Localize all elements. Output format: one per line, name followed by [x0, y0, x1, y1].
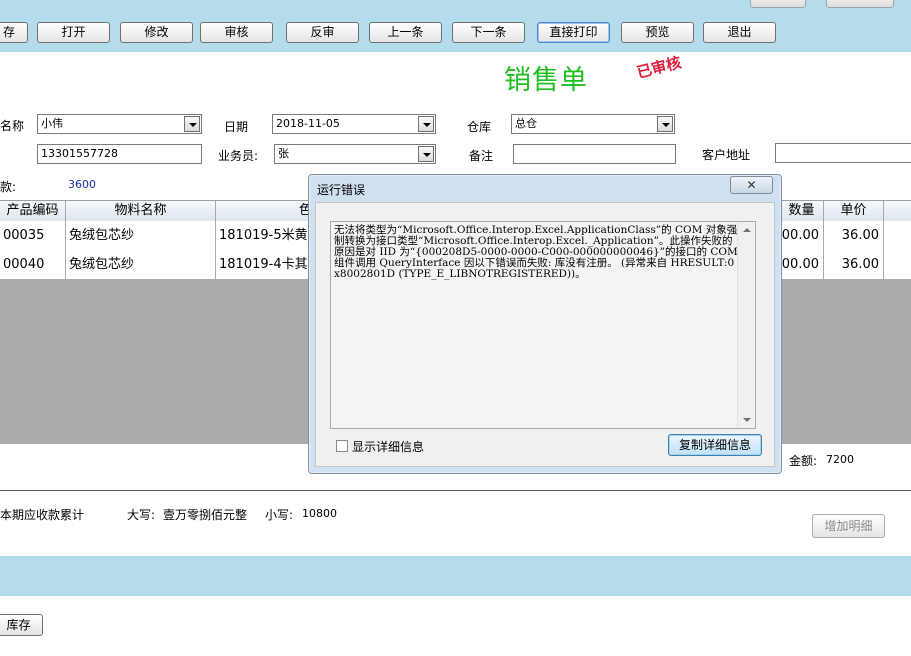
payment-label: 款:	[0, 180, 17, 194]
customer-select[interactable]: 小伟	[37, 114, 202, 134]
add-detail-button[interactable]: 增加明细	[812, 514, 885, 538]
salesperson-value: 张	[278, 147, 289, 160]
show-details-label[interactable]: 显示详细信息	[352, 438, 424, 455]
footer-divider	[0, 490, 911, 491]
chevron-down-icon[interactable]	[657, 116, 673, 132]
error-message-box[interactable]: 无法将类型为“Microsoft.Office.Interop.Excel.Ap…	[330, 221, 756, 429]
customer-label: 名称	[0, 119, 25, 133]
dialog-body: 无法将类型为“Microsoft.Office.Interop.Excel.Ap…	[315, 202, 775, 467]
customer-value: 小伟	[41, 117, 63, 130]
address-label: 客户地址	[702, 148, 751, 162]
chevron-down-icon[interactable]	[418, 116, 434, 132]
address-field[interactable]	[775, 143, 911, 163]
previous-record-button[interactable]: 上一条	[369, 22, 442, 43]
copy-details-button[interactable]: 复制详细信息	[668, 434, 762, 456]
column-header-code[interactable]: 产品编码	[0, 201, 66, 221]
open-button[interactable]: 打开	[37, 22, 110, 43]
stock-button[interactable]: 库存	[0, 614, 43, 636]
cell-code: 00040	[0, 250, 66, 279]
upper-amount-label: 大写:	[127, 508, 156, 522]
column-header-quantity[interactable]: 数量	[780, 201, 824, 221]
show-details-checkbox[interactable]	[336, 440, 348, 452]
lower-amount-value: 10800	[302, 507, 337, 520]
cell-name: 兔绒包芯纱	[66, 221, 216, 250]
date-value: 2018-11-05	[276, 117, 340, 130]
date-label: 日期	[224, 120, 249, 134]
toolbar-top-stub	[750, 0, 806, 8]
edit-button[interactable]: 修改	[120, 22, 193, 43]
close-icon[interactable]: ✕	[730, 176, 773, 194]
cell-code: 00035	[0, 221, 66, 250]
column-header-price[interactable]: 单价	[824, 201, 884, 221]
scroll-up-icon[interactable]	[743, 228, 751, 232]
chevron-down-icon[interactable]	[184, 116, 200, 132]
toolbar-top-stub	[826, 0, 894, 8]
remark-field[interactable]	[513, 144, 676, 164]
save-button[interactable]: 存	[0, 22, 28, 43]
lower-amount-label: 小写:	[265, 508, 294, 522]
cell-quantity: 00.00	[780, 221, 824, 250]
error-message: 无法将类型为“Microsoft.Office.Interop.Excel.Ap…	[334, 224, 738, 280]
direct-print-button[interactable]: 直接打印	[537, 22, 610, 43]
approve-button[interactable]: 审核	[200, 22, 273, 43]
receivable-label: 本期应收款累计	[0, 508, 85, 522]
status-stamp: 已审核	[634, 53, 683, 82]
salesperson-select[interactable]: 张	[274, 144, 436, 164]
column-header-name[interactable]: 物料名称	[66, 201, 216, 221]
cell-quantity: 00.00	[780, 250, 824, 279]
warehouse-label: 仓库	[467, 120, 492, 134]
amount-label: 金额:	[789, 454, 818, 468]
preview-button[interactable]: 预览	[621, 22, 694, 43]
cell-price: 36.00	[824, 250, 884, 279]
next-record-button[interactable]: 下一条	[452, 22, 525, 43]
message-scrollbar[interactable]	[737, 222, 755, 428]
dialog-title: 运行错误	[317, 183, 366, 197]
date-picker[interactable]: 2018-11-05	[272, 114, 436, 134]
phone-field[interactable]: 13301557728	[37, 144, 202, 164]
cell-price: 36.00	[824, 221, 884, 250]
bottom-band	[0, 556, 911, 596]
amount-value: 7200	[826, 453, 854, 466]
cell-name: 兔绒包芯纱	[66, 250, 216, 279]
salesperson-label: 业务员:	[218, 149, 259, 163]
remark-label: 备注	[469, 149, 494, 163]
warehouse-value: 总仓	[515, 117, 537, 130]
payment-value: 3600	[68, 178, 96, 191]
chevron-down-icon[interactable]	[418, 146, 434, 162]
scroll-down-icon[interactable]	[743, 418, 751, 422]
upper-amount-value: 壹万零捌佰元整	[163, 508, 248, 522]
error-dialog: 运行错误 ✕ 无法将类型为“Microsoft.Office.Interop.E…	[308, 174, 782, 474]
exit-button[interactable]: 退出	[703, 22, 776, 43]
page-title: 销售单	[504, 65, 588, 96]
warehouse-select[interactable]: 总仓	[511, 114, 675, 134]
toolbar: 存 打开 修改 审核 反审 上一条 下一条 直接打印 预览 退出	[0, 0, 911, 52]
unapprove-button[interactable]: 反审	[286, 22, 359, 43]
